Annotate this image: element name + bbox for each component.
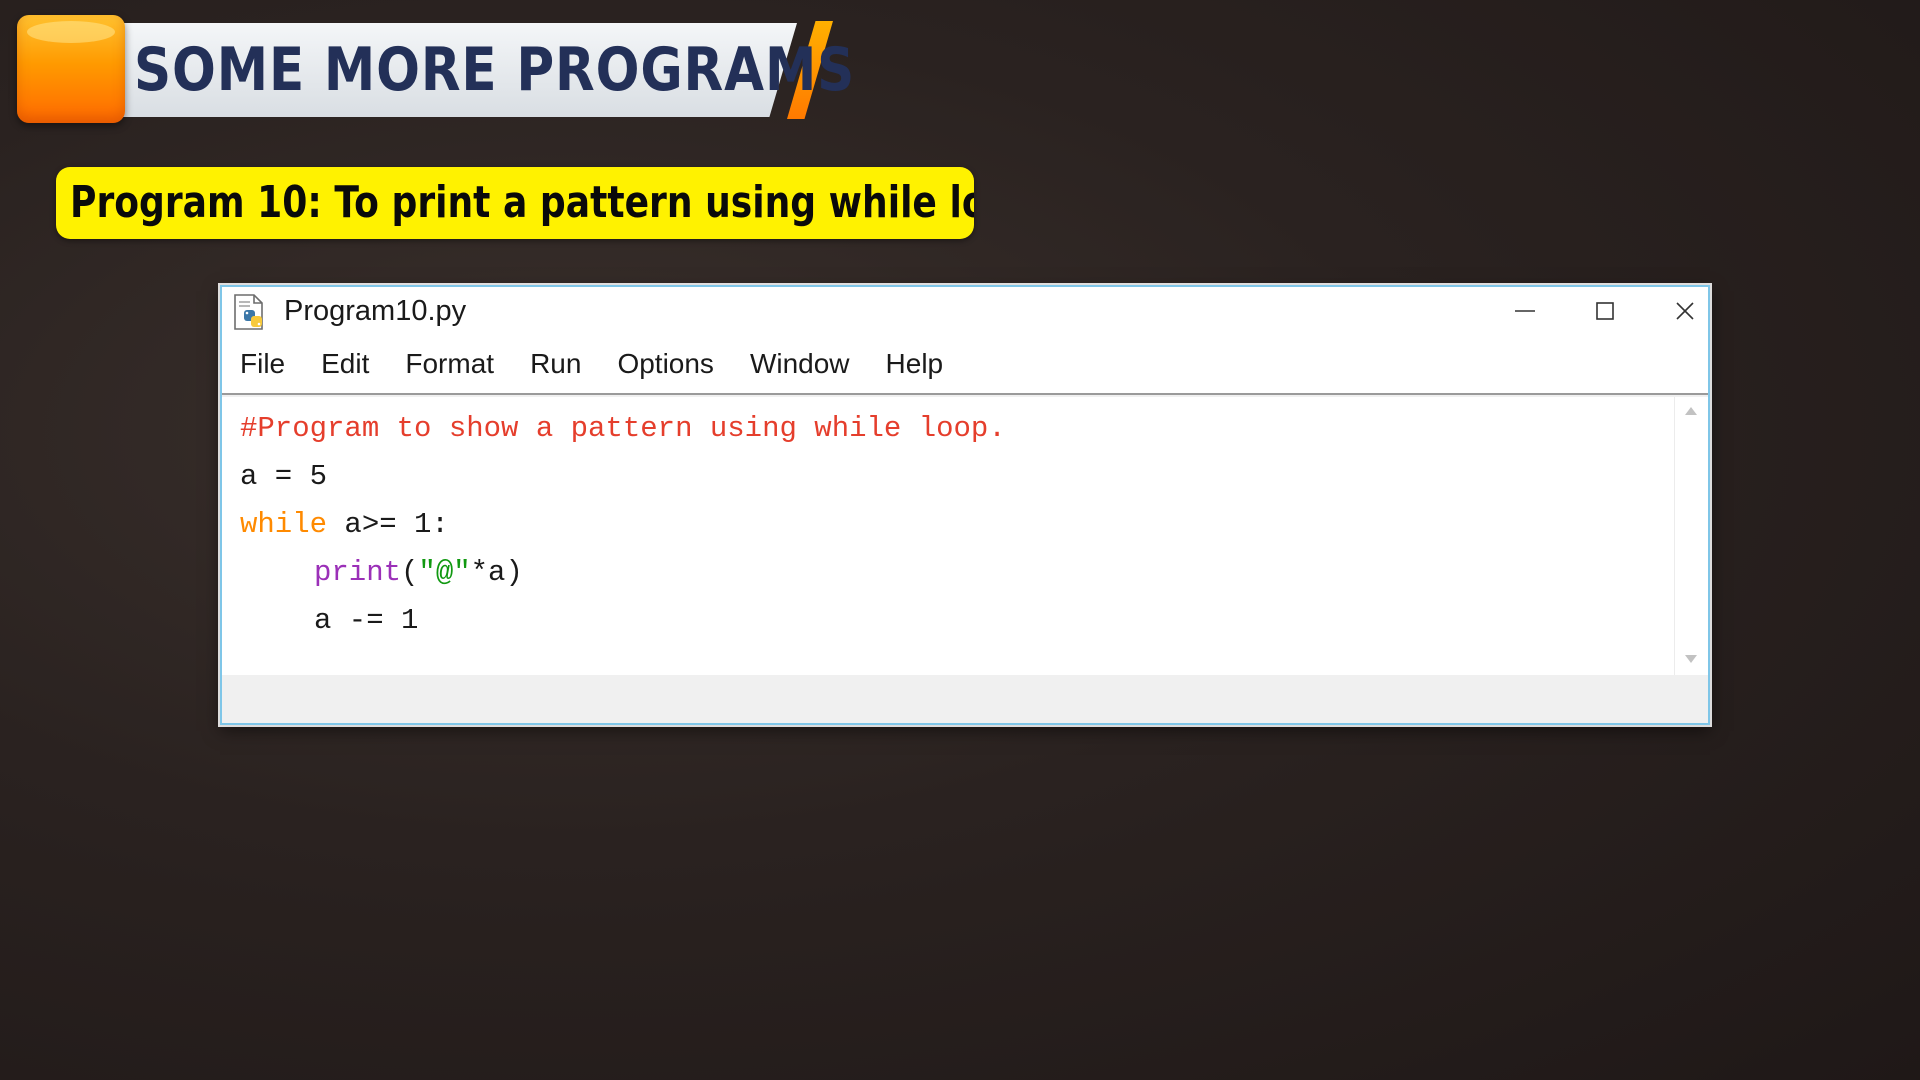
code-line-5: a -= 1	[240, 597, 1006, 645]
code-decrement: a -= 1	[314, 604, 419, 637]
minimize-icon	[1515, 310, 1535, 312]
code-comment: #Program to show a pattern using while l…	[240, 412, 1006, 445]
code-editor[interactable]: #Program to show a pattern using while l…	[222, 397, 1674, 675]
maximize-button[interactable]	[1565, 287, 1645, 335]
orange-cube-icon	[17, 15, 125, 123]
close-icon	[1676, 302, 1694, 320]
title-banner: SOME MORE PROGRAMS	[17, 15, 854, 125]
menu-format[interactable]: Format	[405, 348, 494, 380]
menu-window[interactable]: Window	[750, 348, 850, 380]
maximize-icon	[1596, 302, 1614, 320]
code-condition: a>= 1:	[327, 508, 449, 541]
code-print-args: *a)	[470, 556, 523, 589]
scroll-up-arrow-icon[interactable]	[1685, 407, 1697, 415]
menu-file[interactable]: File	[240, 348, 285, 380]
menu-options[interactable]: Options	[617, 348, 714, 380]
menu-bar: File Edit Format Run Options Window Help	[222, 335, 1708, 395]
idle-editor-window: Program10.py File Edit Format Run Option…	[220, 285, 1710, 725]
code-line-2: a = 5	[240, 453, 1006, 501]
menu-help[interactable]: Help	[886, 348, 944, 380]
minimize-button[interactable]	[1485, 287, 1565, 335]
code-paren-open: (	[401, 556, 419, 589]
code-builtin-print: print	[314, 556, 402, 589]
code-string: "@"	[418, 556, 471, 589]
close-button[interactable]	[1645, 287, 1725, 335]
code-line-3: while a>= 1:	[240, 501, 1006, 549]
banner-title: SOME MORE PROGRAMS	[134, 35, 856, 105]
vertical-scrollbar[interactable]	[1674, 397, 1708, 675]
program-subtitle: Program 10: To print a pattern using whi…	[56, 167, 974, 239]
code-assign: a = 5	[240, 460, 328, 493]
menu-run[interactable]: Run	[530, 348, 581, 380]
code-keyword-while: while	[240, 508, 328, 541]
menu-edit[interactable]: Edit	[321, 348, 369, 380]
code-block: #Program to show a pattern using while l…	[240, 405, 1006, 645]
python-file-icon	[234, 294, 263, 330]
subtitle-text: Program 10: To print a pattern using whi…	[70, 177, 974, 228]
window-titlebar[interactable]: Program10.py	[222, 287, 1708, 335]
code-line-1: #Program to show a pattern using while l…	[240, 405, 1006, 453]
window-title: Program10.py	[284, 295, 467, 327]
scroll-down-arrow-icon[interactable]	[1685, 655, 1697, 663]
code-line-4: print("@"*a)	[240, 549, 1006, 597]
